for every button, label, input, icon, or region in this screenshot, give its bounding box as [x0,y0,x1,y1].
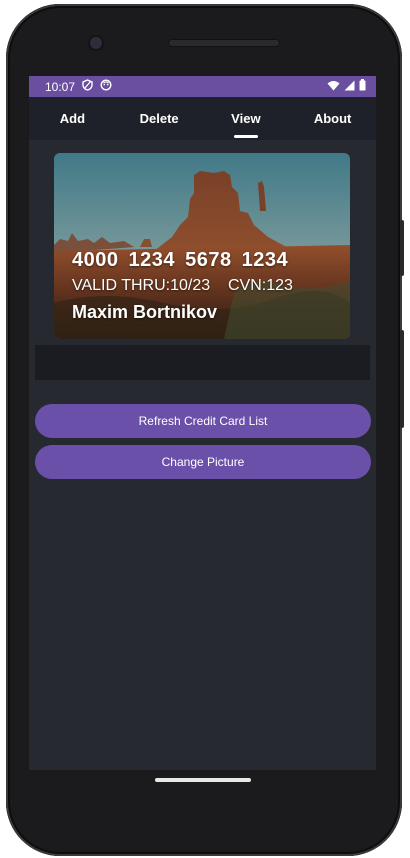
front-camera [90,37,102,49]
home-indicator[interactable] [155,778,251,782]
battery-icon [359,79,366,94]
tab-delete[interactable]: Delete [116,97,203,140]
card-list-area [35,345,370,380]
wifi-icon [327,80,340,94]
status-time: 10:07 [45,79,76,94]
credit-card[interactable]: 4000 1234 5678 1234 VALID THRU:10/23 CVN… [54,153,350,339]
face-icon [100,79,112,94]
card-cvn: CVN:123 [228,277,293,294]
earpiece-speaker [168,39,280,47]
power-button [400,330,404,428]
tab-about[interactable]: About [289,97,376,140]
tab-view[interactable]: View [203,97,290,140]
cell-signal-icon [344,80,355,94]
status-bar: 10:07 [29,76,376,97]
tab-add[interactable]: Add [29,97,116,140]
card-number: 4000 1234 5678 1234 [72,249,289,271]
change-picture-button[interactable]: Change Picture [35,445,371,479]
refresh-credit-card-list-button[interactable]: Refresh Credit Card List [35,404,371,438]
card-valid-thru: VALID THRU:10/23 [72,277,211,294]
app-screen: 10:07 Add Delete View About 4000 1234 56… [29,76,376,770]
card-holder-name: Maxim Bortnikov [72,302,218,322]
shield-icon [82,79,93,94]
top-navigation: Add Delete View About [29,97,376,140]
volume-button [400,220,404,276]
